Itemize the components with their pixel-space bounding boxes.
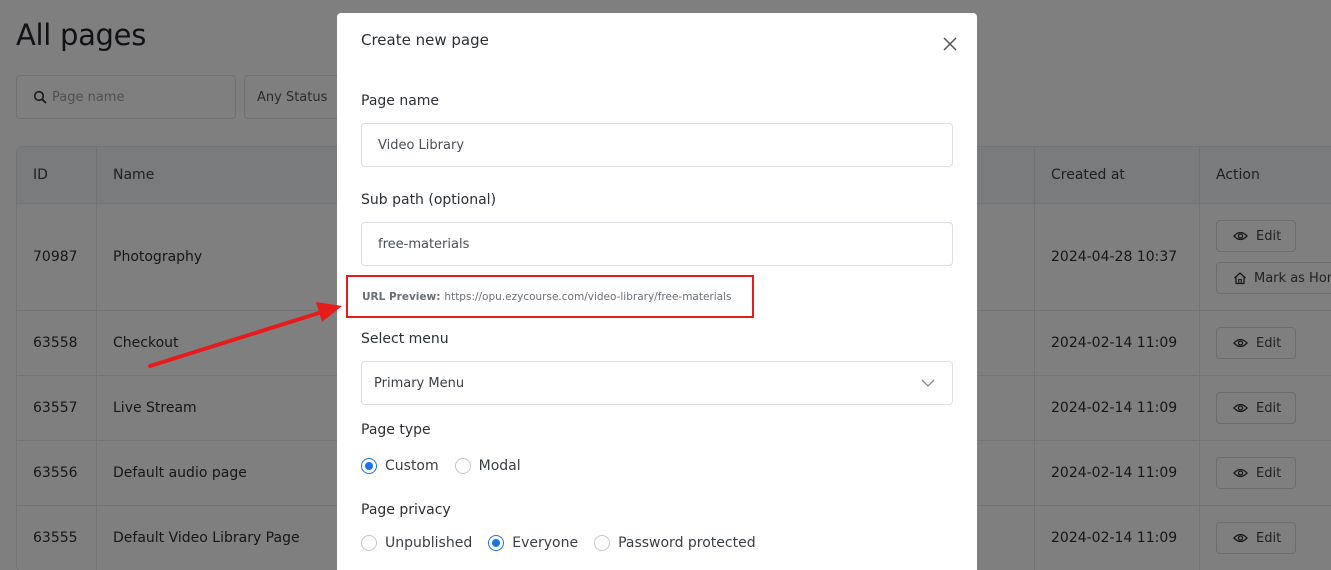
url-preview-value: https://opu.ezycourse.com/video-library/… [444, 290, 732, 303]
page-type-modal-radio[interactable]: Modal [454, 458, 521, 474]
radio-label: Unpublished [385, 535, 473, 551]
select-menu-label: Select menu [361, 331, 449, 347]
page-type-label: Page type [361, 422, 431, 438]
select-menu-value: Primary Menu [374, 375, 465, 391]
page-name-label: Page name [361, 93, 440, 109]
radio-label: Everyone [512, 535, 579, 551]
radio-unselected-icon [454, 458, 471, 474]
sub-path-input[interactable]: free-materials [361, 222, 953, 266]
radio-label: Modal [478, 458, 521, 474]
radio-unselected-icon [594, 535, 611, 551]
privacy-everyone-radio[interactable]: Everyone [488, 535, 578, 551]
modal-title: Create new page [361, 31, 489, 49]
radio-label: Password protected [618, 535, 756, 551]
radio-selected-icon [488, 535, 505, 551]
radio-unselected-icon [361, 535, 377, 551]
privacy-unpublished-radio[interactable]: Unpublished [361, 535, 472, 551]
create-page-modal: Create new page Page name Video Library … [337, 13, 977, 570]
radio-label: Custom [385, 458, 439, 474]
select-menu-dropdown[interactable]: Primary Menu [361, 361, 953, 405]
page-privacy-options: Unpublished Everyone Password protected [361, 535, 772, 551]
chevron-down-icon [921, 379, 935, 387]
page-type-options: Custom Modal [361, 458, 537, 474]
page-name-input[interactable]: Video Library [361, 123, 953, 167]
close-icon [943, 37, 957, 51]
sub-path-label: Sub path (optional) [361, 192, 497, 208]
close-button[interactable] [941, 35, 959, 53]
url-preview-label: URL Preview: [362, 290, 441, 303]
privacy-password-radio[interactable]: Password protected [594, 535, 756, 551]
url-preview: URL Preview: https://opu.ezycourse.com/v… [346, 275, 754, 318]
page-type-custom-radio[interactable]: Custom [361, 458, 439, 474]
radio-selected-icon [361, 458, 377, 474]
page-privacy-label: Page privacy [361, 502, 451, 518]
